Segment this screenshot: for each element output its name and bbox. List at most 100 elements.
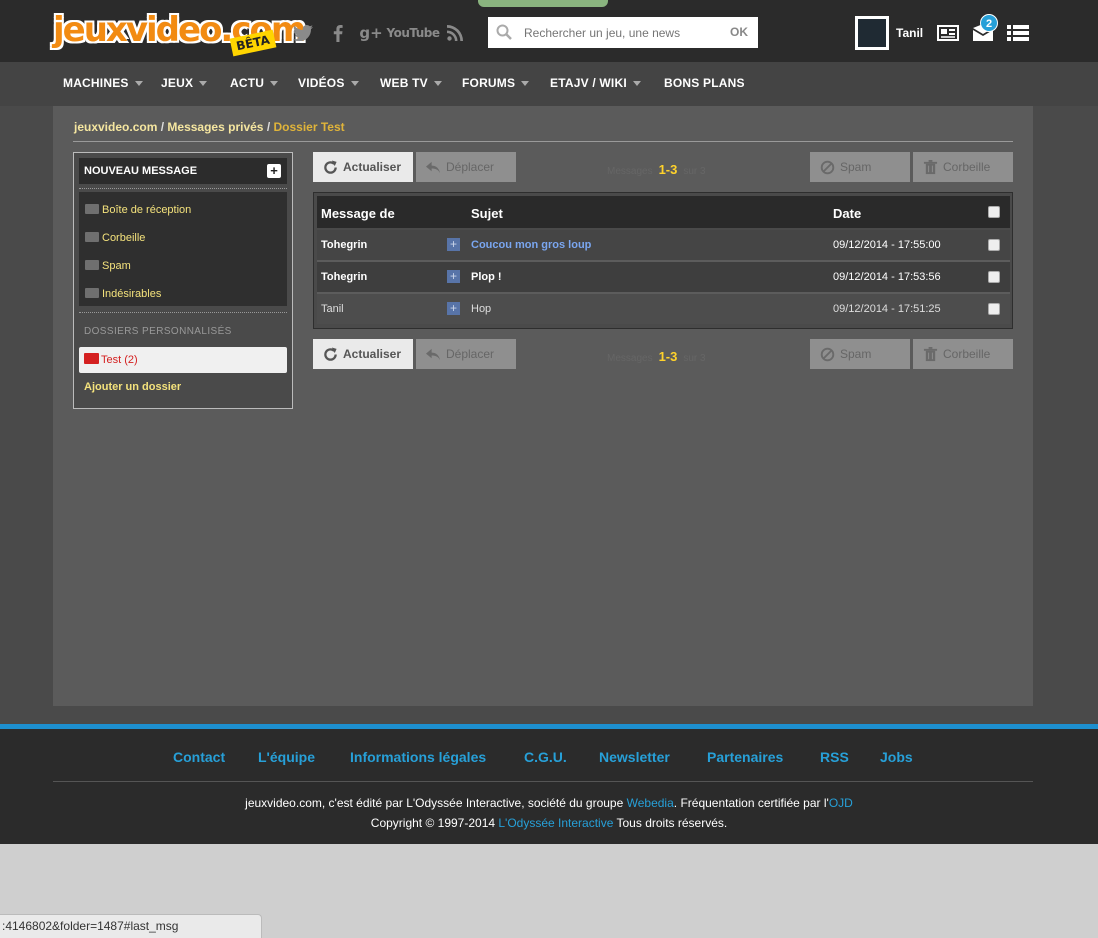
- divider: [79, 188, 287, 189]
- footer-publisher-line: jeuxvideo.com, c'est édité par L'Odyssée…: [245, 796, 853, 810]
- trash-icon: [923, 347, 938, 362]
- block-icon: [820, 160, 835, 175]
- column-header-from: Message de: [321, 206, 395, 221]
- divider: [73, 141, 1013, 142]
- facebook-icon[interactable]: [330, 24, 346, 42]
- table-row[interactable]: Tohegrin + Plop ! 09/12/2014 - 17:53:56: [317, 262, 1010, 292]
- nav-item-videos[interactable]: VIDÉOS: [298, 76, 359, 90]
- spam-button[interactable]: Spam: [810, 152, 910, 182]
- search-input[interactable]: [524, 22, 714, 44]
- message-sender[interactable]: Tohegrin: [321, 239, 367, 251]
- main-nav: MACHINES JEUX ACTU VIDÉOS WEB TV FORUMS …: [0, 62, 1098, 106]
- refresh-icon: [324, 160, 337, 174]
- add-folder-link[interactable]: Ajouter un dossier: [84, 381, 181, 393]
- refresh-button-bottom[interactable]: Actualiser: [313, 339, 413, 369]
- search-icon: [496, 24, 512, 40]
- folder-icon: [85, 232, 99, 242]
- trash-button[interactable]: Corbeille: [913, 152, 1013, 182]
- message-date: 09/12/2014 - 17:51:25: [833, 303, 941, 315]
- folder-open-icon: [84, 353, 99, 364]
- chevron-down-icon: [632, 81, 641, 87]
- breadcrumb-root[interactable]: jeuxvideo.com: [74, 120, 157, 134]
- spam-button-bottom[interactable]: Spam: [810, 339, 910, 369]
- block-icon: [820, 347, 835, 362]
- footer-link-team[interactable]: L'équipe: [258, 749, 315, 765]
- news-card-icon[interactable]: [937, 24, 959, 42]
- breadcrumb-section[interactable]: Messages privés: [167, 120, 263, 134]
- site-logo[interactable]: jeuxvideo.com BÊTA: [53, 8, 306, 57]
- message-subject[interactable]: Coucou mon gros loup: [471, 239, 591, 251]
- trash-button-bottom[interactable]: Corbeille: [913, 339, 1013, 369]
- reply-arrow-icon: [426, 161, 441, 174]
- folder-undesirables[interactable]: Indésirables: [85, 288, 161, 300]
- twitter-icon[interactable]: [292, 24, 314, 42]
- rss-icon[interactable]: [446, 24, 464, 42]
- folder-inbox[interactable]: Boîte de réception: [85, 204, 191, 216]
- nav-item-etajv-wiki[interactable]: ETAJV / WIKI: [550, 76, 641, 90]
- breadcrumb: jeuxvideo.com / Messages privés / Dossie…: [74, 120, 345, 134]
- footer-link-partners[interactable]: Partenaires: [707, 749, 783, 765]
- message-date: 09/12/2014 - 17:53:56: [833, 271, 941, 283]
- folder-icon: [85, 260, 99, 270]
- folder-test[interactable]: Test (2): [79, 347, 287, 373]
- nav-item-machines[interactable]: MACHINES: [63, 76, 143, 90]
- odyssee-link[interactable]: L'Odyssée Interactive: [498, 816, 613, 830]
- message-sender[interactable]: Tohegrin: [321, 271, 367, 283]
- footer-link-rss[interactable]: RSS: [820, 749, 849, 765]
- footer: Contact L'équipe Informations légales C.…: [0, 729, 1098, 844]
- nav-item-bons-plans[interactable]: BONS PLANS: [664, 76, 745, 90]
- search-submit-button[interactable]: OK: [730, 25, 748, 39]
- nav-item-jeux[interactable]: JEUX: [161, 76, 208, 90]
- top-tab-handle[interactable]: [478, 0, 608, 7]
- row-checkbox[interactable]: [988, 239, 1000, 251]
- folder-spam[interactable]: Spam: [85, 260, 131, 272]
- message-subject[interactable]: Hop: [471, 303, 491, 315]
- nav-item-forums[interactable]: FORUMS: [462, 76, 530, 90]
- refresh-button[interactable]: Actualiser: [313, 152, 413, 182]
- expand-icon[interactable]: +: [447, 270, 460, 283]
- footer-link-newsletter[interactable]: Newsletter: [599, 749, 670, 765]
- footer-link-contact[interactable]: Contact: [173, 749, 225, 765]
- custom-folders-label: DOSSIERS PERSONNALISÉS: [84, 326, 232, 337]
- trash-icon: [923, 160, 938, 175]
- move-button-bottom[interactable]: Déplacer: [416, 339, 516, 369]
- divider: [79, 312, 287, 313]
- divider: [53, 781, 1033, 782]
- column-header-subject: Sujet: [471, 206, 503, 221]
- move-button[interactable]: Déplacer: [416, 152, 516, 182]
- table-row[interactable]: Tohegrin + Coucou mon gros loup 09/12/20…: [317, 230, 1010, 260]
- expand-icon[interactable]: +: [447, 302, 460, 315]
- select-all-checkbox[interactable]: [988, 206, 1000, 218]
- message-sender[interactable]: Tanil: [321, 303, 344, 315]
- username[interactable]: Tanil: [896, 26, 923, 40]
- row-checkbox[interactable]: [988, 271, 1000, 283]
- table-row[interactable]: Tanil + Hop 09/12/2014 - 17:51:25: [317, 294, 1010, 324]
- system-folders: Boîte de réception Corbeille Spam Indési…: [79, 192, 287, 306]
- row-checkbox[interactable]: [988, 303, 1000, 315]
- folder-icon: [85, 288, 99, 298]
- table-header: Message de Sujet Date: [317, 196, 1010, 228]
- refresh-icon: [324, 347, 337, 361]
- folder-trash[interactable]: Corbeille: [85, 232, 145, 244]
- chevron-down-icon: [521, 81, 530, 87]
- message-subject[interactable]: Plop !: [471, 271, 502, 283]
- column-header-date: Date: [833, 206, 862, 221]
- avatar[interactable]: [855, 16, 889, 50]
- footer-link-cgu[interactable]: C.G.U.: [524, 749, 567, 765]
- nav-item-actu[interactable]: ACTU: [230, 76, 279, 90]
- ojd-link[interactable]: OJD: [829, 796, 853, 810]
- footer-link-legal[interactable]: Informations légales: [350, 749, 486, 765]
- footer-link-jobs[interactable]: Jobs: [880, 749, 913, 765]
- webedia-link[interactable]: Webedia: [627, 796, 674, 810]
- search-box: OK: [488, 17, 758, 48]
- plus-icon: +: [267, 164, 281, 178]
- menu-list-icon[interactable]: [1007, 24, 1029, 42]
- breadcrumb-current: Dossier Test: [273, 120, 345, 134]
- youtube-icon[interactable]: YouTube: [387, 24, 441, 42]
- nav-item-web-tv[interactable]: WEB TV: [380, 76, 442, 90]
- google-plus-icon[interactable]: g+: [358, 24, 384, 42]
- new-message-button[interactable]: NOUVEAU MESSAGE +: [79, 158, 287, 184]
- expand-icon[interactable]: +: [447, 238, 460, 251]
- chevron-down-icon: [270, 81, 279, 87]
- notification-badge: 2: [980, 14, 998, 32]
